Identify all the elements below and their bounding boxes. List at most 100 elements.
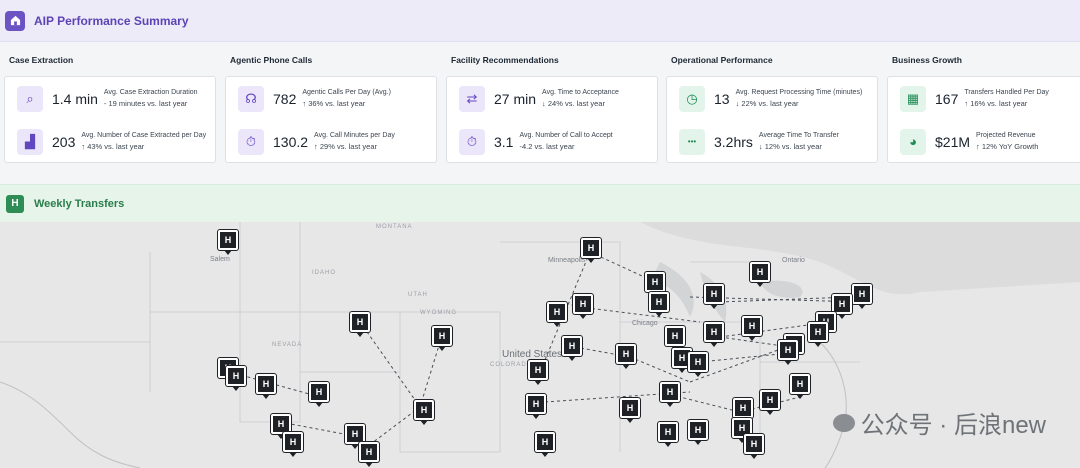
hospital-marker[interactable]: H (535, 432, 555, 458)
hospital-marker[interactable]: H (226, 366, 246, 392)
hospital-marker[interactable]: H (688, 420, 708, 446)
metric-row: ◕ $21M Projected Revenue ↑ 12% YoY Growth (888, 120, 1080, 163)
metric-card: ☊ 782 Agentic Calls Per Day (Avg.) ↑ 36% … (225, 76, 437, 163)
metric-sections: Case Extraction ⌕ 1.4 min Avg. Case Extr… (0, 50, 1080, 170)
wechat-icon (832, 413, 855, 432)
section-title: Agentic Phone Calls (230, 55, 313, 65)
piggy-bank-icon: ◕ (900, 128, 926, 155)
metric-delta: ↓ 22% vs. last year (735, 99, 799, 108)
map-label: MONTANA (376, 224, 413, 230)
metric-label: Avg. Number of Case Extracted per Day (81, 132, 207, 139)
hospital-marker[interactable]: H (218, 230, 238, 256)
metric-row: ⇄ 27 min Avg. Time to Acceptance ↓ 24% vs… (447, 77, 657, 120)
metric-row: ◷ 13 Avg. Request Processing Time (minut… (667, 77, 877, 120)
map-label: WYOMING (420, 310, 457, 316)
metric-delta: ↑ 16% vs. last year (964, 99, 1028, 108)
hospital-marker[interactable]: H (350, 312, 370, 338)
hospital-marker[interactable]: H (760, 390, 780, 416)
page-title: AIP Performance Summary (34, 13, 189, 28)
metric-delta: ↑ 29% vs. last year (314, 142, 377, 151)
metric-label: Agentic Calls Per Day (Avg.) (302, 89, 391, 96)
hospital-marker[interactable]: H (742, 316, 762, 342)
hospital-marker[interactable]: H (704, 322, 724, 348)
hospital-marker[interactable]: H (852, 284, 872, 310)
metric-row: ▟ 203 Avg. Number of Case Extracted per … (5, 120, 215, 163)
hospital-marker[interactable]: H (526, 394, 546, 420)
hospital-marker[interactable]: H (432, 326, 452, 352)
metric-card: ⌕ 1.4 min Avg. Case Extraction Duration -… (4, 76, 216, 163)
section-operational-performance: Operational Performance ◷ 13 Avg. Reques… (666, 50, 878, 163)
hospital-marker[interactable]: H (808, 322, 828, 348)
metric-label: Avg. Time to Acceptance (542, 89, 619, 96)
metric-label: Projected Revenue (976, 132, 1036, 139)
section-title: Operational Performance (671, 55, 773, 65)
hospital-marker[interactable]: H (704, 284, 724, 310)
transfer-icon: ⇄ (459, 85, 485, 112)
metric-value: $21M (935, 133, 971, 150)
map-label: Ontario (782, 257, 805, 264)
metric-label: Average Time To Transfer (758, 132, 839, 139)
watermark: 公众号 · 后浪new (832, 405, 1046, 440)
metric-row: ▦ 167 Transfers Handled Per Day ↑ 16% vs.… (888, 77, 1080, 120)
metric-label: Avg. Number of Call to Accept (519, 132, 613, 139)
metric-delta: ↑ 12% YoY Growth (976, 142, 1039, 151)
hospital-marker[interactable]: H (750, 262, 770, 288)
metric-row: ••• 3.2hrs Average Time To Transfer ↓ 12%… (667, 120, 877, 163)
map-label: UTAH (408, 292, 428, 298)
metric-value: 27 min (494, 90, 537, 107)
metric-delta: ↓ 24% vs. last year (542, 99, 605, 108)
section-title: Facility Recommendations (451, 55, 559, 65)
hospital-marker[interactable]: H (660, 382, 680, 408)
hospital-marker[interactable]: H (547, 302, 567, 328)
hospital-marker[interactable]: H (778, 340, 798, 366)
hospital-marker[interactable]: H (744, 434, 764, 460)
metric-label: Avg. Request Processing Time (minutes) (735, 89, 863, 96)
dots-icon: ••• (679, 128, 705, 155)
section-agentic-phone-calls: Agentic Phone Calls ☊ 782 Agentic Calls … (225, 50, 437, 163)
metric-label: Transfers Handled Per Day (964, 89, 1049, 96)
metric-value: 782 (273, 90, 297, 107)
hospital-marker[interactable]: H (414, 400, 434, 426)
transfer-map[interactable]: MONTANA IDAHO WYOMING NEVADA UTAH COLORA… (0, 222, 1080, 468)
section-title: Weekly Transfers (34, 197, 125, 210)
metric-value: 13 (714, 90, 730, 107)
metric-value: 1.4 min (52, 90, 98, 107)
hospital-marker[interactable]: H (688, 352, 708, 378)
hospital-marker[interactable]: H (309, 382, 329, 408)
map-label: Chicago (632, 320, 658, 327)
hospital-marker[interactable]: H (256, 374, 276, 400)
timer-icon: ⏱ (459, 128, 485, 155)
performance-summary-header: AIP Performance Summary (0, 0, 1080, 42)
timer-icon: ⏱ (238, 128, 264, 155)
hospital-marker[interactable]: H (359, 442, 379, 468)
metric-card: ◷ 13 Avg. Request Processing Time (minut… (666, 76, 878, 163)
section-case-extraction: Case Extraction ⌕ 1.4 min Avg. Case Extr… (4, 50, 216, 163)
hospital-marker[interactable]: H (616, 344, 636, 370)
map-label: NEVADA (272, 342, 303, 348)
metric-value: 130.2 (273, 133, 309, 150)
hospital-marker[interactable]: H (649, 292, 669, 318)
map-label: IDAHO (312, 270, 337, 276)
calendar-icon: ▦ (900, 85, 926, 112)
hospital-marker[interactable]: H (658, 422, 678, 448)
map-label: COLORADO (490, 362, 533, 368)
hospital-marker[interactable]: H (528, 360, 548, 386)
hospital-marker[interactable]: H (283, 432, 303, 458)
hospital-marker[interactable]: H (573, 294, 593, 320)
map-label: United States (502, 349, 563, 360)
map-label: Salem (210, 256, 230, 263)
hospital-marker[interactable]: H (562, 336, 582, 362)
hospital-marker[interactable]: H (620, 398, 640, 424)
hospital-marker[interactable]: H (790, 374, 810, 400)
metric-row: ⏱ 130.2 Avg. Call Minutes per Day ↑ 29% v… (226, 120, 436, 163)
hospital-marker[interactable]: H (581, 238, 601, 264)
home-icon (5, 10, 25, 31)
metric-delta: - 19 minutes vs. last year (103, 99, 188, 108)
metric-delta: -4.2 vs. last year (519, 142, 575, 151)
magnify-icon: ⌕ (17, 85, 43, 112)
metric-value: 167 (935, 90, 959, 107)
section-title: Business Growth (892, 55, 962, 65)
weekly-transfers-header: H Weekly Transfers (0, 184, 1080, 222)
chart-up-icon: ▟ (17, 128, 43, 155)
metric-value: 3.2hrs (714, 133, 753, 150)
